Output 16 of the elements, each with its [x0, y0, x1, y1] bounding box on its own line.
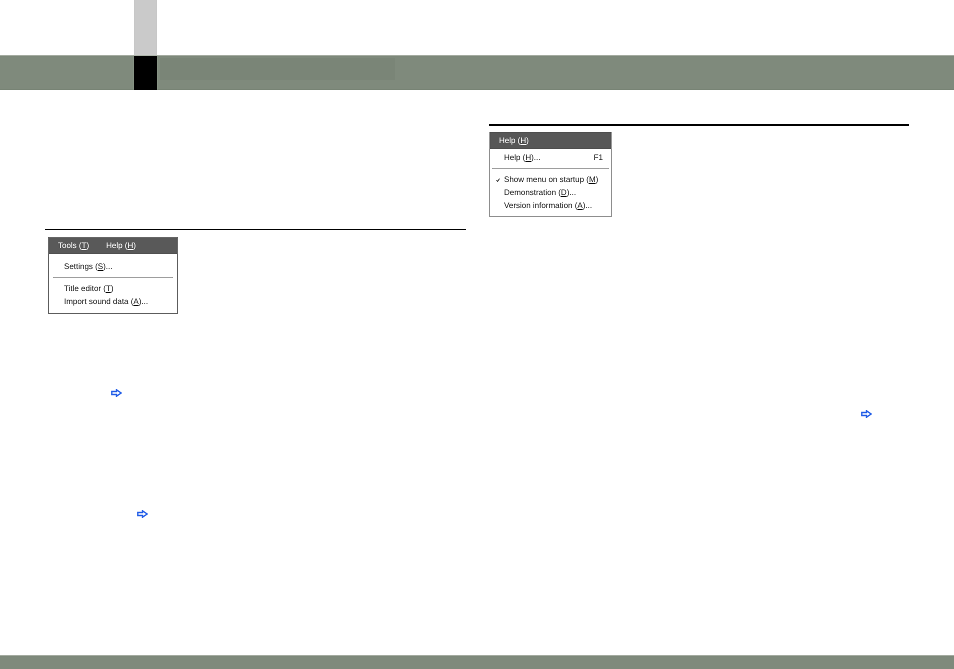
- menu-item[interactable]: Settings (S)...: [49, 260, 177, 273]
- menu-item[interactable]: Import sound data (A)...: [49, 295, 177, 308]
- menu-item[interactable]: Help (H)... F1: [490, 151, 611, 164]
- menu-title[interactable]: Tools (T): [58, 240, 90, 252]
- menu-title[interactable]: Help (H): [106, 240, 136, 252]
- arrow-right-icon: [111, 389, 122, 397]
- header-marker: [134, 56, 157, 90]
- header-block: [134, 0, 157, 55]
- menu-title[interactable]: Help (H): [499, 134, 529, 146]
- menu-item[interactable]: Demonstration (D)...: [490, 186, 611, 199]
- shortcut-label: F1: [594, 152, 603, 164]
- arrow-right-icon: [137, 510, 148, 518]
- menu-item[interactable]: Title editor (T): [49, 282, 177, 295]
- menu-item[interactable]: Show menu on startup (M): [490, 173, 611, 186]
- arrow-right-icon: [861, 410, 872, 418]
- menu-item[interactable]: Version information (A)...: [490, 199, 611, 212]
